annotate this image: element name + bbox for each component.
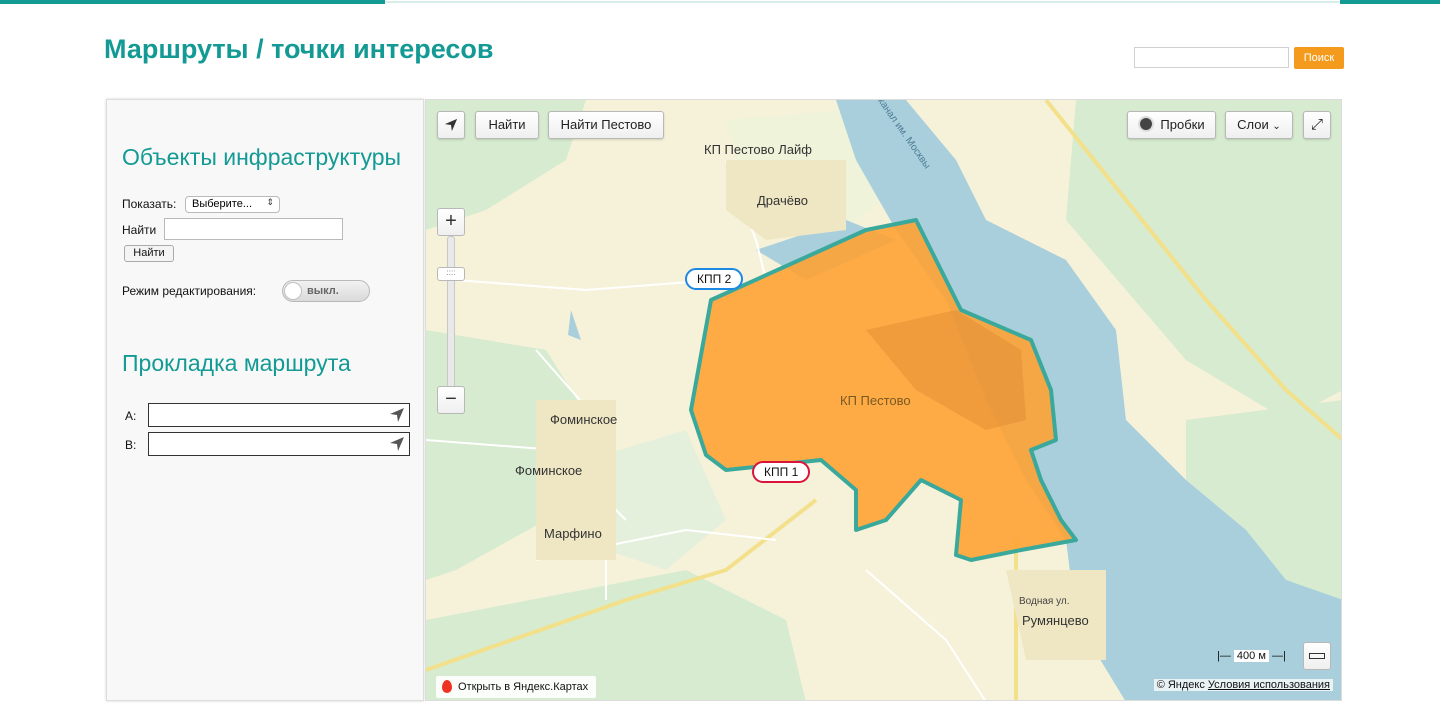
route-b-label: B: [125, 438, 137, 452]
zoom-out-button[interactable]: − [437, 386, 465, 414]
ruler-icon [1309, 653, 1325, 659]
traffic-label: Пробки [1160, 117, 1205, 132]
map-label-rumyantsevo: Румянцево [1022, 613, 1089, 628]
layers-button[interactable]: Слои ⌄ [1225, 111, 1293, 139]
copyright-label: © Яндекс [1156, 679, 1205, 691]
map-label-kp-pestovo-life: КП Пестово Лайф [704, 142, 812, 157]
scale-label: 400 м [1233, 650, 1269, 662]
top-accent-bar [0, 0, 1440, 4]
locate-arrow-icon[interactable] [389, 407, 405, 423]
terms-link[interactable]: Условия использования [1208, 679, 1330, 691]
map-label-kp-pestovo: КП Пестово [840, 393, 911, 408]
route-a-label: A: [125, 409, 137, 423]
scale-bar: |— 400 м —| [1217, 650, 1286, 662]
top-accent-right [1340, 0, 1440, 4]
infra-find-input[interactable] [164, 218, 343, 240]
geolocation-arrow-icon [444, 118, 458, 132]
find-label: Найти [122, 223, 157, 237]
open-in-yandex-label: Открыть в Яндекс.Картах [458, 681, 589, 693]
show-select-value: Выберите... [192, 198, 253, 210]
zoom-slider-handle[interactable]: :::: [437, 267, 465, 281]
site-search-button[interactable]: Поиск [1294, 47, 1344, 69]
scale-line-right: —| [1271, 650, 1286, 662]
edit-mode-label: Режим редактирования: [122, 284, 257, 298]
traffic-icon [1138, 116, 1155, 132]
infra-heading: Объекты инфраструктуры [122, 144, 402, 170]
map-label-fominskoe: Фоминское [550, 412, 618, 427]
chevron-down-icon: ⌄ [1272, 121, 1281, 132]
sidebar-panel: Объекты инфраструктуры Показать: Выберит… [106, 99, 424, 701]
locate-arrow-icon[interactable] [389, 436, 405, 452]
marker-kpp2[interactable]: КПП 2 [685, 268, 744, 290]
layers-label: Слои [1237, 117, 1269, 132]
select-arrows-icon: ⇕ [266, 197, 274, 207]
map-canvas[interactable]: Найти Найти Пестово Пробки Слои ⌄ ⤢ + ::… [425, 99, 1342, 701]
route-heading: Прокладка маршрута [122, 350, 351, 376]
zoom-slider-track[interactable] [447, 236, 455, 388]
page-title: Маршруты / точки интересов [104, 34, 494, 64]
open-in-yandex-link[interactable]: Открыть в Яндекс.Картах [436, 676, 597, 698]
top-accent-left [0, 0, 385, 4]
show-select[interactable]: Выберите... ⇕ [185, 196, 280, 213]
geolocation-button[interactable] [437, 111, 465, 139]
map-copyright: © Яндекс Условия использования [1153, 679, 1333, 691]
map-label-drachevo: Драчёво [757, 193, 808, 208]
zoom-in-button[interactable]: + [437, 208, 465, 236]
site-search-input[interactable] [1134, 47, 1289, 68]
route-b-input[interactable] [148, 432, 410, 456]
show-label: Показать: [122, 197, 177, 211]
find-pestovo-button[interactable]: Найти Пестово [548, 111, 664, 139]
fullscreen-button[interactable]: ⤢ [1303, 111, 1331, 139]
map-pin-icon [442, 680, 452, 693]
infra-find-button[interactable]: Найти [124, 245, 174, 262]
top-accent-middle [385, 1, 1340, 3]
edit-mode-toggle[interactable]: выкл. [282, 280, 370, 302]
marker-kpp1[interactable]: КПП 1 [752, 461, 811, 483]
toggle-state-text: выкл. [307, 285, 339, 297]
map-label-fominskoe: Фоминское [515, 463, 583, 478]
map-label-marfino: Марфино [544, 526, 602, 541]
scale-line-left: |— [1217, 650, 1231, 662]
toggle-knob [284, 282, 302, 300]
map-label-vodnaya: Водная ул. [1019, 596, 1070, 607]
expand-icon: ⤢ [1310, 116, 1323, 133]
traffic-button[interactable]: Пробки [1127, 111, 1216, 139]
route-a-input[interactable] [148, 403, 410, 427]
map-find-button[interactable]: Найти [475, 111, 539, 139]
ruler-button[interactable] [1303, 642, 1331, 670]
